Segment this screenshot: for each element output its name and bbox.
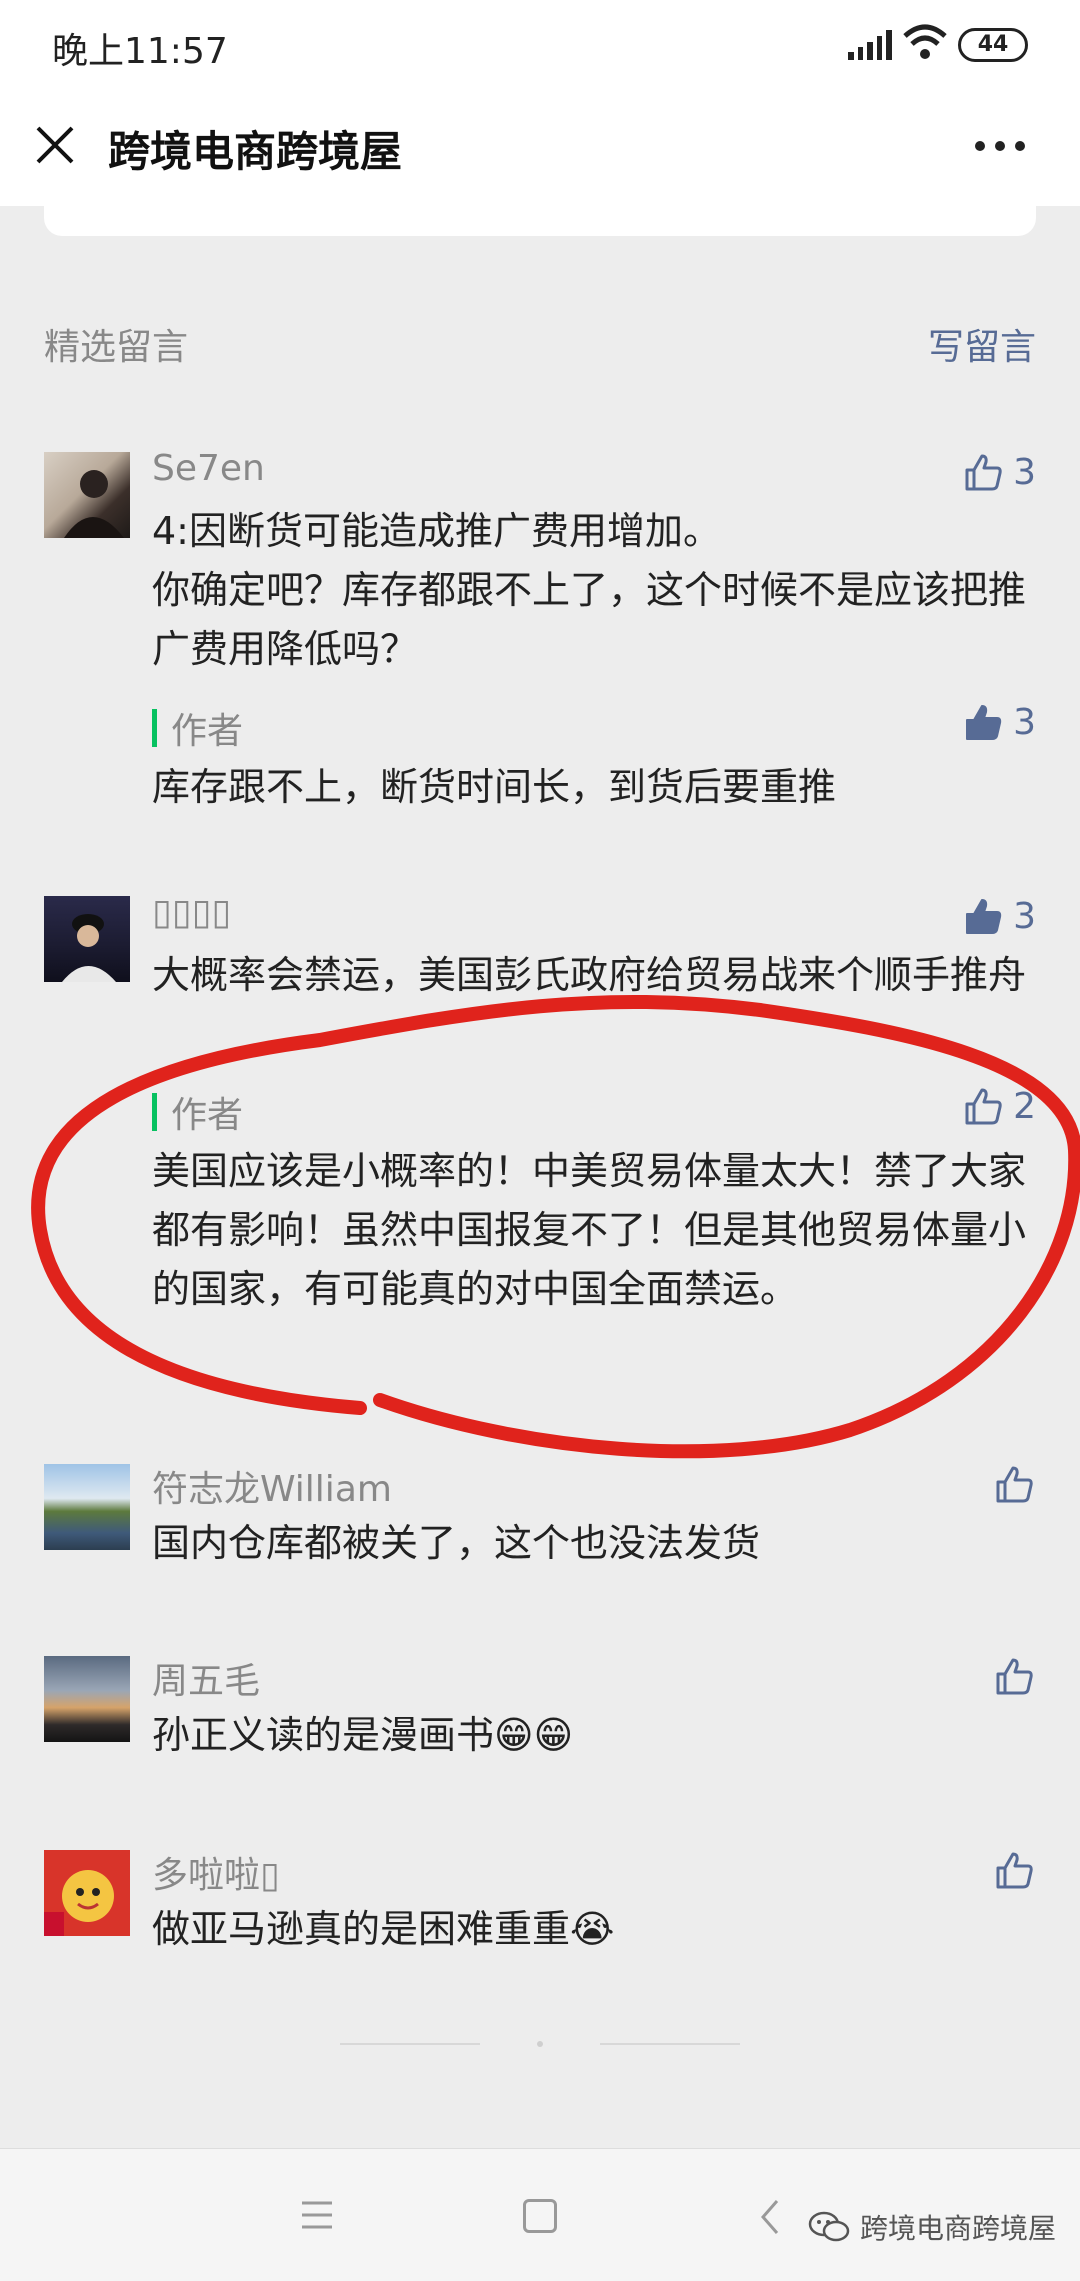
comment-nickname[interactable]: 多啦啦▯	[152, 1846, 280, 1898]
like-count: 3	[1013, 451, 1036, 493]
article-card-edge	[44, 206, 1036, 236]
back-icon[interactable]	[755, 2197, 785, 2237]
reply-indicator	[152, 709, 157, 747]
comment-text: 大概率会禁运，美国彭氏政府给贸易战来个顺手推舟	[152, 953, 1027, 997]
thumbs-up-icon	[996, 1852, 1033, 1889]
author-reply-label: 作者	[152, 702, 243, 754]
watermark-text: 跨境电商跨境屋	[860, 2212, 1057, 2245]
avatar[interactable]	[44, 1464, 130, 1550]
status-bar: 晚上11:57 44	[0, 0, 1080, 96]
close-icon[interactable]	[30, 120, 80, 170]
battery-icon: 44	[958, 28, 1028, 62]
wifi-icon	[903, 24, 947, 59]
home-icon[interactable]	[523, 2199, 557, 2233]
signal-icon	[848, 30, 892, 60]
like-button[interactable]	[992, 1654, 1036, 1698]
thumbs-up-filled-icon	[966, 899, 1002, 934]
avatar[interactable]	[44, 1850, 130, 1936]
like-button[interactable]: 3	[961, 894, 1036, 938]
thumbs-up-icon	[965, 454, 1002, 491]
top-bar: 跨境电商跨境屋	[0, 96, 1080, 206]
reply-like-button[interactable]: 3	[961, 700, 1036, 744]
author-label: 作者	[171, 711, 244, 752]
loading-indicator	[340, 2041, 740, 2047]
comment-text: 4:因断货可能造成推广费用增加。 你确定吧？库存都跟不上了，这个时候不是应该把推…	[152, 502, 1036, 679]
comment-line: 4:因断货可能造成推广费用增加。 你确定吧？库存都跟不上了，这个时候不是应该把推…	[152, 509, 1027, 671]
like-count: 2	[1013, 1085, 1036, 1127]
selected-comments-title: 精选留言	[44, 327, 189, 368]
system-navigation-bar: 跨境电商跨境屋	[0, 2148, 1080, 2281]
thumbs-up-icon	[996, 1658, 1033, 1695]
avatar[interactable]	[44, 896, 130, 982]
comment-nickname[interactable]: Se7en	[152, 448, 265, 489]
watermark: 跨境电商跨境屋	[808, 2207, 1056, 2247]
like-button[interactable]: 3	[961, 450, 1036, 494]
thumbs-up-filled-icon	[966, 705, 1002, 740]
reply-text: 库存跟不上，断货时间长，到货后要重推	[152, 765, 837, 809]
like-button[interactable]	[992, 1848, 1036, 1892]
reply-like-button[interactable]: 2	[961, 1084, 1036, 1128]
page-title: 跨境电商跨境屋	[108, 127, 403, 176]
comment-text: 做亚马逊真的是困难重重😭	[152, 1907, 615, 1951]
like-button[interactable]	[992, 1462, 1036, 1506]
write-comment-link[interactable]: 写留言	[928, 318, 1036, 370]
avatar[interactable]	[44, 452, 130, 538]
thumbs-up-icon	[965, 1088, 1002, 1125]
comment-nickname[interactable]: ▯▯▯▯	[152, 892, 231, 933]
like-count: 3	[1013, 895, 1036, 937]
author-reply-label: 作者	[152, 1086, 243, 1138]
menu-icon[interactable]	[300, 2199, 334, 2231]
comment-text: 孙正义读的是漫画书😁😁	[152, 1713, 574, 1757]
wechat-icon	[808, 2211, 850, 2242]
avatar[interactable]	[44, 1656, 130, 1742]
like-count: 3	[1013, 701, 1036, 743]
reply-indicator	[152, 1093, 157, 1131]
comment-nickname[interactable]: 符志龙William	[152, 1460, 392, 1512]
comment-text: 国内仓库都被关了，这个也没法发货	[152, 1521, 761, 1565]
more-icon[interactable]	[975, 126, 1035, 166]
comment-nickname[interactable]: 周五毛	[152, 1652, 260, 1704]
reply-text: 美国应该是小概率的！中美贸易体量太大！禁了大家都有影响！虽然中国报复不了！但是其…	[152, 1149, 1027, 1311]
author-label: 作者	[171, 1095, 244, 1136]
thumbs-up-icon	[996, 1466, 1033, 1503]
status-time: 晚上11:57	[52, 31, 228, 72]
